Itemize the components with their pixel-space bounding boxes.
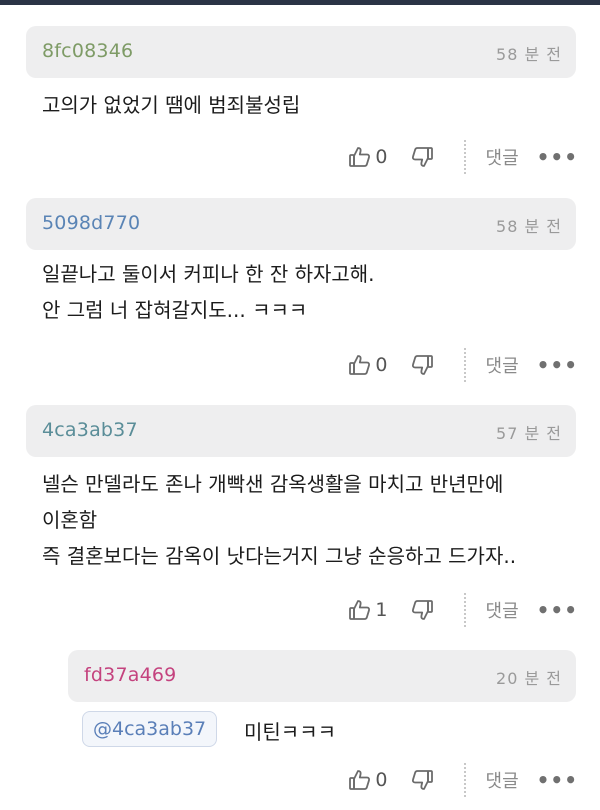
like-button[interactable]: 1: [348, 598, 399, 622]
comment-body: 고의가 없었기 땜에 범죄불성립: [42, 87, 300, 123]
like-button[interactable]: 0: [348, 768, 399, 792]
action-divider: [463, 763, 466, 797]
thumbs-down-icon: [410, 145, 434, 169]
dislike-button[interactable]: [410, 598, 434, 622]
dislike-button[interactable]: [410, 768, 434, 792]
like-count: 0: [375, 146, 388, 168]
comment-line: 고의가 없었기 땜에 범죄불성립: [42, 93, 301, 117]
more-dots-icon[interactable]: •••: [537, 353, 578, 377]
comment-actions: 0 댓글 •••: [348, 345, 578, 385]
like-count: 0: [375, 354, 388, 376]
comment-line: 넬슨 만델라도 존나 개빡샌 감옥생활을 마치고 반년만에: [42, 472, 504, 496]
mention-tag[interactable]: @4ca3ab37: [82, 711, 218, 747]
comment-username[interactable]: 8fc08346: [42, 40, 133, 62]
comment-header: 5098d770 58 분 전: [26, 198, 576, 250]
like-count: 1: [375, 599, 388, 621]
comment-actions: 0 댓글 •••: [348, 137, 578, 177]
more-dots-icon[interactable]: •••: [537, 768, 578, 792]
thumbs-down-icon: [410, 598, 434, 622]
dislike-button[interactable]: [410, 353, 434, 377]
top-bar: [0, 0, 600, 5]
reply-button[interactable]: 댓글: [486, 352, 519, 378]
action-divider: [463, 140, 466, 174]
comment-timestamp: 58 분 전: [496, 217, 562, 236]
action-divider: [463, 593, 466, 627]
comment-timestamp: 20 분 전: [496, 669, 562, 688]
like-button[interactable]: 0: [348, 353, 399, 377]
thumbs-up-icon: [348, 768, 372, 792]
thumbs-down-icon: [410, 768, 434, 792]
more-dots-icon[interactable]: •••: [537, 598, 578, 622]
comment-body: 넬슨 만델라도 존나 개빡샌 감옥생활을 마치고 반년만에 이혼함 즉 결혼보다…: [42, 466, 516, 574]
comment-timestamp: 58 분 전: [496, 45, 562, 64]
comment-username[interactable]: 4ca3ab37: [42, 419, 138, 441]
comment-actions: 1 댓글 •••: [348, 590, 578, 630]
comment-timestamp: 57 분 전: [496, 424, 562, 443]
thumbs-up-icon: [348, 353, 372, 377]
reply-button[interactable]: 댓글: [486, 767, 519, 793]
comment-line: 이혼함: [42, 508, 98, 532]
more-dots-icon[interactable]: •••: [537, 145, 578, 169]
comment-header: 8fc08346 58 분 전: [26, 26, 576, 78]
dislike-button[interactable]: [410, 145, 434, 169]
comment-body: 미틴ㅋㅋㅋ: [244, 720, 336, 744]
comment-username[interactable]: fd37a469: [84, 664, 176, 686]
thumbs-up-icon: [348, 145, 372, 169]
action-divider: [463, 348, 466, 382]
comment-body: 일끝나고 둘이서 커피나 한 잔 하자고해. 안 그럼 너 잡혀갈지도... ㅋ…: [42, 256, 375, 328]
thumbs-up-icon: [348, 598, 372, 622]
comment-line: 안 그럼 너 잡혀갈지도... ㅋㅋㅋ: [42, 298, 308, 322]
comment-actions: 0 댓글 •••: [348, 760, 578, 800]
reply-button[interactable]: 댓글: [486, 144, 519, 170]
comment-header: fd37a469 20 분 전: [68, 650, 576, 702]
like-button[interactable]: 0: [348, 145, 399, 169]
thumbs-down-icon: [410, 353, 434, 377]
comment-line: 일끝나고 둘이서 커피나 한 잔 하자고해.: [42, 262, 375, 286]
like-count: 0: [375, 769, 388, 791]
comment-line: 즉 결혼보다는 감옥이 낫다는거지 그냥 순응하고 드가자..: [42, 544, 517, 568]
comment-username[interactable]: 5098d770: [42, 212, 140, 234]
reply-button[interactable]: 댓글: [486, 597, 519, 623]
comment-header: 4ca3ab37 57 분 전: [26, 405, 576, 457]
